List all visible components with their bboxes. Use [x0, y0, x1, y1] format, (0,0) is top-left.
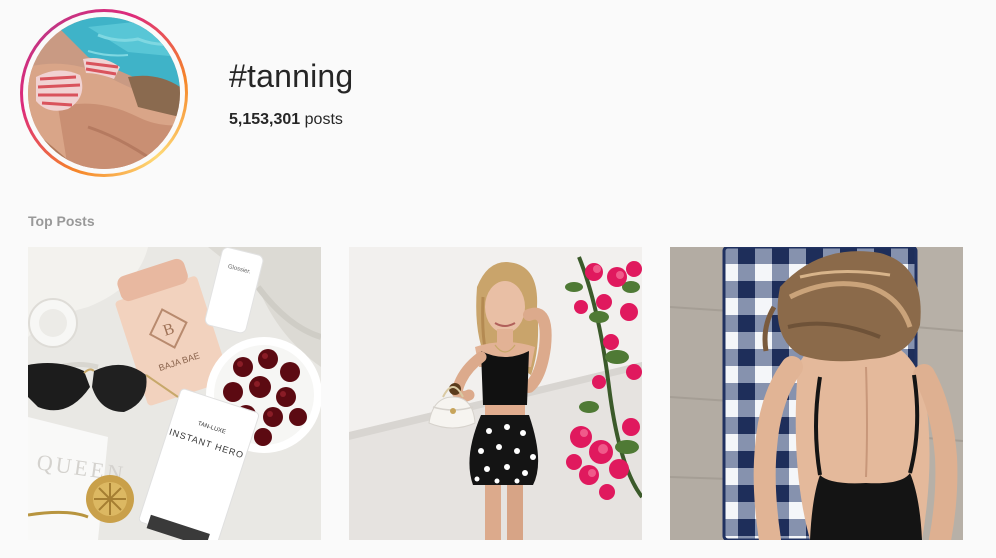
post-count: 5,153,301 posts	[229, 110, 343, 130]
hashtag-page: #tanning 5,153,301 posts Top Posts B BAJ…	[0, 0, 996, 558]
hashtag-avatar-ring[interactable]	[20, 9, 188, 177]
avatar-image	[28, 17, 180, 169]
top-posts-heading: Top Posts	[28, 213, 95, 229]
avatar[interactable]	[28, 17, 180, 169]
page-title: #tanning	[229, 58, 354, 94]
top-post-1[interactable]: B BAJA BAE Glossier. QUEEN TAN-LUXE INST…	[28, 247, 321, 540]
post-count-value: 5,153,301	[229, 111, 301, 128]
top-post-3[interactable]	[670, 247, 963, 540]
top-post-2[interactable]	[349, 247, 642, 540]
post-2-image	[349, 247, 642, 540]
post-3-image	[670, 247, 963, 540]
post-1-image: B BAJA BAE Glossier. QUEEN TAN-LUXE INST…	[28, 247, 321, 540]
post-count-label: posts	[304, 111, 343, 128]
